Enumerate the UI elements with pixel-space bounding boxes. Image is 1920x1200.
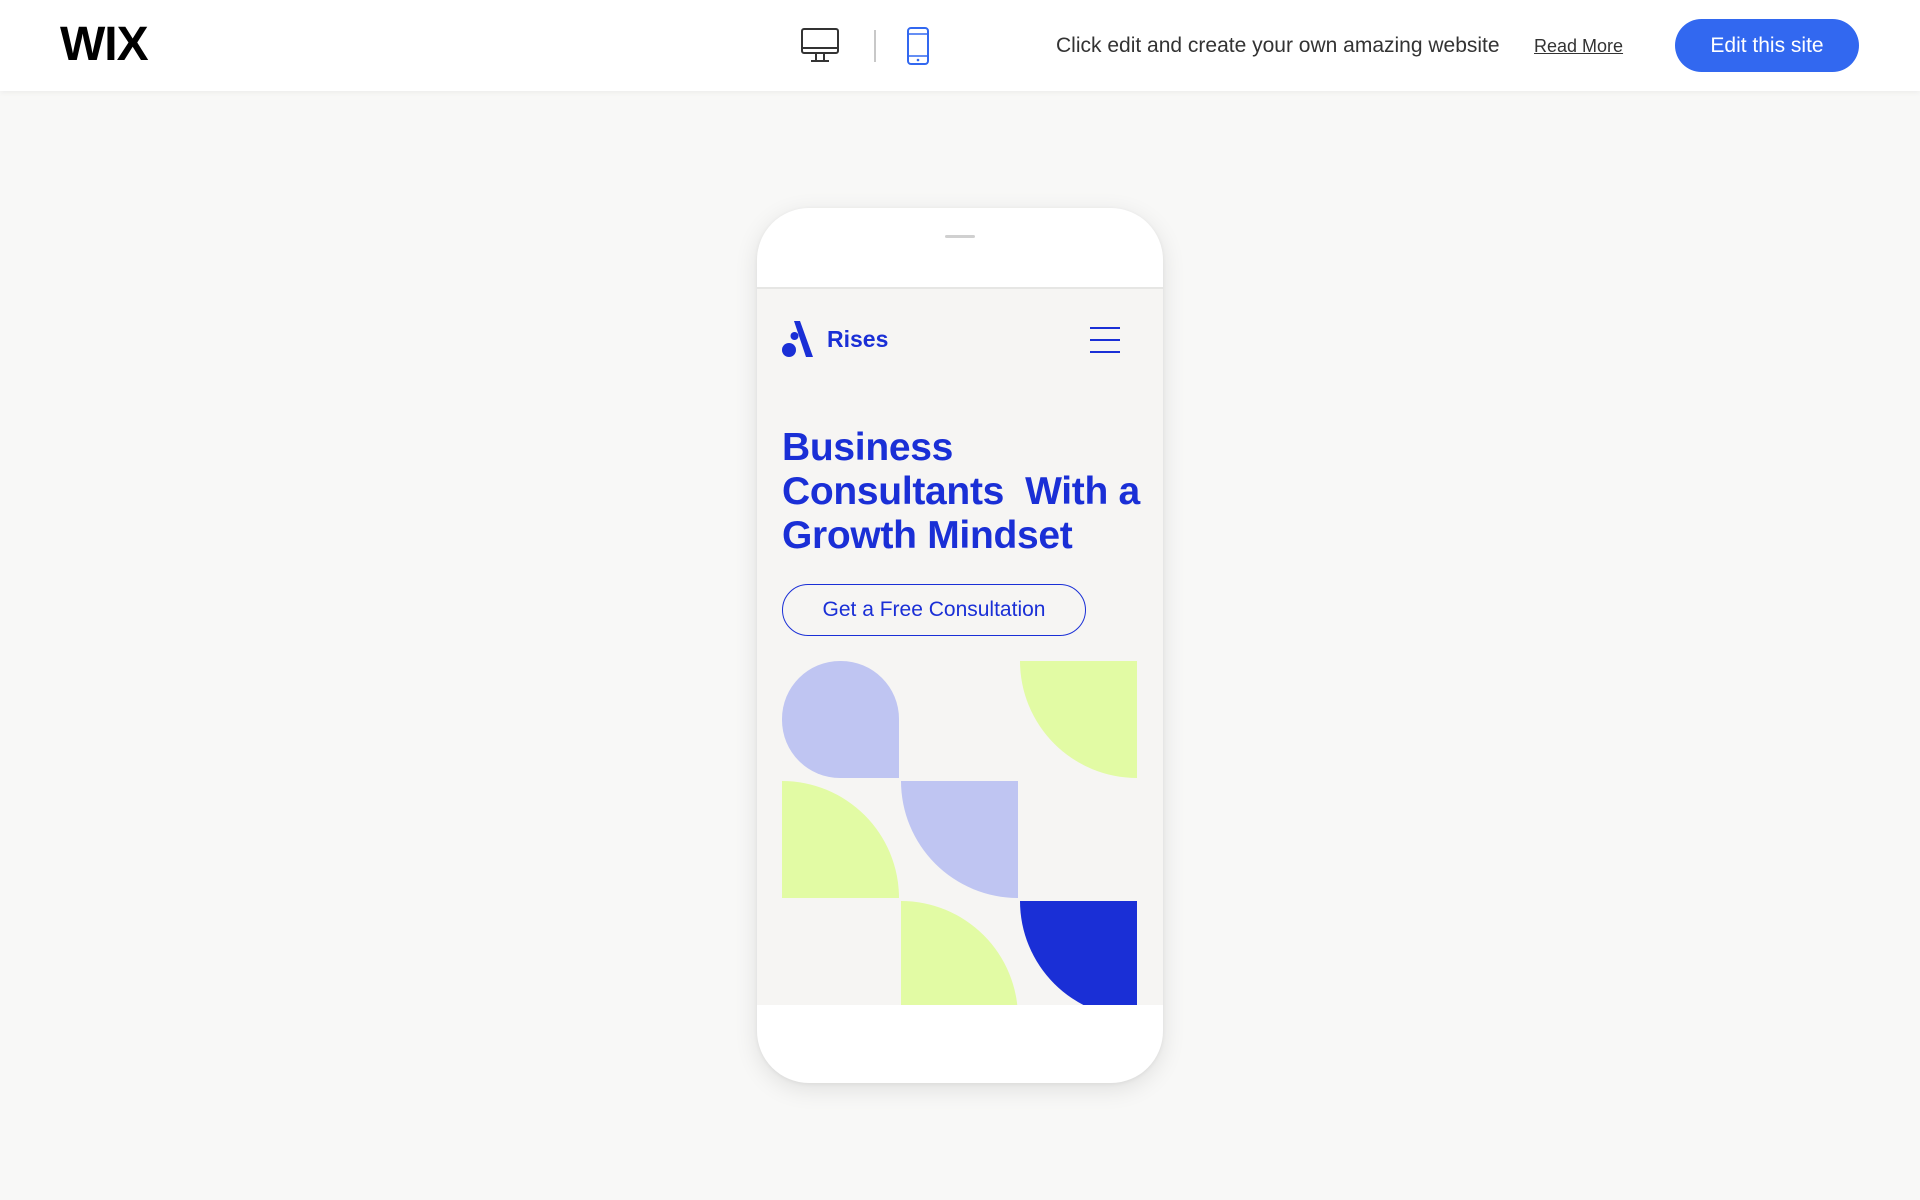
lime-quarter-shape-3 bbox=[901, 901, 1018, 1005]
hero-line-2: Consultants With a bbox=[782, 470, 1140, 513]
edit-site-button[interactable]: Edit this site bbox=[1675, 19, 1859, 72]
blue-quarter-shape bbox=[1020, 901, 1137, 1005]
hero-title: Business Consultants With a Growth Minds… bbox=[782, 426, 1152, 558]
lavender-drop-shape bbox=[782, 661, 899, 778]
mobile-preview-frame: Rises Business Consultants With a Growth… bbox=[757, 208, 1163, 1083]
editor-topbar: WIX Click edit and create your own amazi… bbox=[0, 0, 1920, 91]
site-brand-name[interactable]: Rises bbox=[827, 325, 888, 353]
desktop-view-icon[interactable] bbox=[800, 27, 840, 65]
lime-quarter-shape bbox=[1020, 661, 1137, 778]
rises-logo-icon[interactable] bbox=[781, 319, 815, 359]
phone-speaker bbox=[945, 235, 975, 238]
site-header: Rises bbox=[757, 289, 1163, 389]
hero-line-3: Growth Mindset bbox=[782, 514, 1073, 557]
site-preview-screen[interactable]: Rises Business Consultants With a Growth… bbox=[757, 287, 1163, 1005]
menu-hamburger-icon[interactable] bbox=[1090, 327, 1120, 353]
decorative-shapes bbox=[782, 661, 1139, 1005]
promo-text: Click edit and create your own amazing w… bbox=[1056, 34, 1500, 57]
wix-logo[interactable]: WIX bbox=[60, 19, 149, 71]
hero-line-1: Business bbox=[782, 426, 954, 469]
mobile-view-icon[interactable] bbox=[904, 26, 932, 66]
read-more-link[interactable]: Read More bbox=[1534, 35, 1623, 57]
lime-quarter-shape-2 bbox=[782, 781, 899, 898]
view-divider bbox=[874, 30, 876, 62]
lavender-quarter-shape bbox=[901, 781, 1018, 898]
free-consultation-button[interactable]: Get a Free Consultation bbox=[782, 584, 1086, 636]
